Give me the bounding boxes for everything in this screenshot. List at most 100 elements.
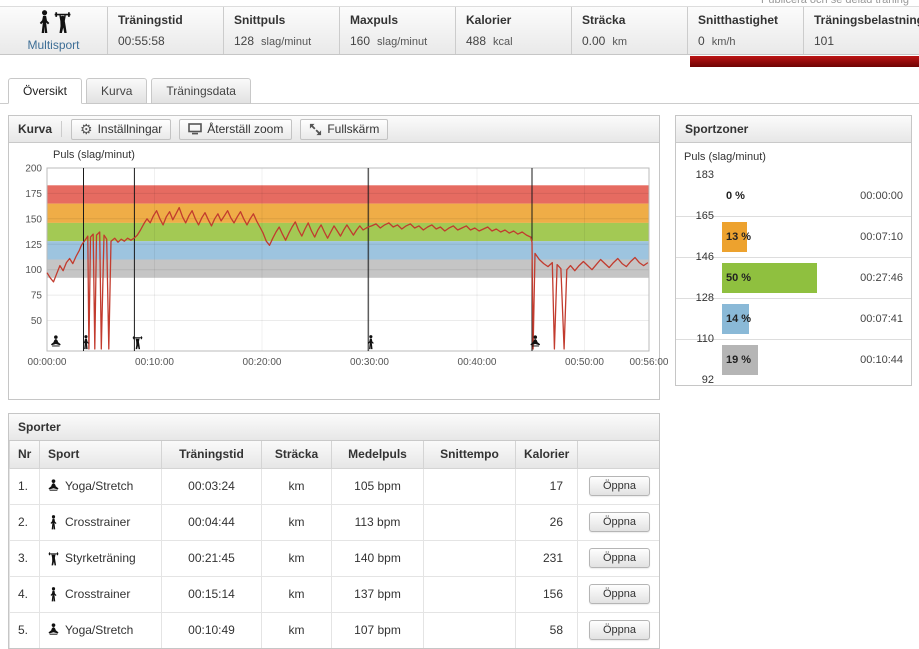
- svg-text:175: 175: [25, 189, 42, 200]
- cell-avg-hr: 105 bpm: [332, 468, 424, 504]
- stat-value: 101: [814, 34, 909, 48]
- cell-time: 00:03:24: [162, 468, 262, 504]
- cell-nr: 4.: [10, 576, 40, 612]
- cell-distance: km: [262, 576, 332, 612]
- cell-sport: Crosstrainer: [40, 504, 162, 540]
- cell-actions: Öppna: [578, 504, 661, 540]
- stat-unit: kcal: [493, 36, 513, 48]
- cell-actions: Öppna: [578, 576, 661, 612]
- svg-text:00:56:00: 00:56:00: [630, 357, 669, 368]
- reset-zoom-icon: [188, 123, 202, 135]
- tab-kurva[interactable]: Kurva: [86, 78, 147, 104]
- publish-accent-strip: [690, 56, 919, 67]
- terst-ll-zoom-button[interactable]: Återställ zoom: [179, 119, 292, 140]
- sport-badge: Multisport: [0, 7, 107, 54]
- heart-rate-chart[interactable]: 507510012515017520000:00:0000:10:0000:20…: [9, 143, 659, 396]
- cell-calories: 58: [516, 612, 578, 648]
- svg-text:00:40:00: 00:40:00: [458, 357, 497, 368]
- stat-unit: slag/minut: [377, 36, 427, 48]
- sports-table: NrSportTräningstidSträckaMedelpulsSnitte…: [9, 441, 660, 649]
- sport-name: Crosstrainer: [65, 515, 130, 529]
- sport-name: Yoga/Stretch: [65, 623, 133, 637]
- stat-unit: km/h: [712, 36, 736, 48]
- button-label: Inställningar: [98, 122, 163, 136]
- svg-text:100: 100: [25, 265, 42, 276]
- stat-tr-ningsbelastning: Träningsbelastning 101: [803, 7, 919, 54]
- zone-percent: 50 %: [726, 272, 751, 284]
- cell-calories: 231: [516, 540, 578, 576]
- stat-value: 128slag/minut: [234, 34, 329, 48]
- cell-avg-hr: 137 bpm: [332, 576, 424, 612]
- sportzoner-panel-header: Sportzoner: [676, 116, 911, 143]
- zone-boundary-label: 146: [676, 251, 714, 263]
- open-sport-button[interactable]: Öppna: [589, 476, 650, 496]
- stat-str-cka: Sträcka0.00km: [571, 7, 687, 54]
- zone-time: 00:10:44: [860, 354, 903, 366]
- open-sport-button[interactable]: Öppna: [589, 584, 650, 604]
- chart-toolbar: ⚙ Inställningar Återställ zoom Fullskärm: [71, 119, 388, 140]
- table-row: 4.Crosstrainer00:15:14km137 bpm156Öppna: [10, 576, 661, 612]
- summary-stats-bar: Multisport Träningstid00:55:58 Snittpuls 1…: [0, 6, 919, 55]
- sportzoner-panel: Sportzoner Puls (slag/minut) 0 % 00:00:00…: [675, 115, 912, 386]
- svg-text:75: 75: [31, 291, 43, 302]
- stat-value: 160slag/minut: [350, 34, 445, 48]
- svg-text:125: 125: [25, 240, 42, 251]
- zone-boundary-label: 110: [676, 333, 714, 345]
- cell-calories: 17: [516, 468, 578, 504]
- stat-label: Snitthastighet: [698, 13, 793, 27]
- tab-bar: ÖversiktKurvaTräningsdata: [8, 78, 251, 104]
- stat-value: 0km/h: [698, 34, 793, 48]
- cell-time: 00:15:14: [162, 576, 262, 612]
- open-sport-button[interactable]: Öppna: [589, 548, 650, 568]
- column-header-str-cka: Sträcka: [262, 441, 332, 468]
- zone-boundary-label: 92: [676, 374, 714, 386]
- cell-sport: Yoga/Stretch: [40, 612, 162, 648]
- tab-tr-ningsdata[interactable]: Träningsdata: [151, 78, 251, 104]
- inst-llningar-button[interactable]: ⚙ Inställningar: [71, 119, 171, 140]
- column-header-sport: Sport: [40, 441, 162, 468]
- zone-percent: 13 %: [726, 231, 751, 243]
- table-row: 1.Yoga/Stretch00:03:24km105 bpm17Öppna: [10, 468, 661, 504]
- fullsk-rm-button[interactable]: Fullskärm: [300, 119, 388, 140]
- column-header-tr-ningstid: Träningstid: [162, 441, 262, 468]
- svg-text:00:00:00: 00:00:00: [28, 357, 67, 368]
- cell-pace: [424, 468, 516, 504]
- svg-text:00:30:00: 00:30:00: [350, 357, 389, 368]
- open-sport-button[interactable]: Öppna: [589, 620, 650, 640]
- cell-avg-hr: 107 bpm: [332, 612, 424, 648]
- cell-calories: 26: [516, 504, 578, 540]
- strength-icon: [48, 551, 59, 566]
- stat-label: Snittpuls: [234, 13, 329, 27]
- column-header-item: [578, 441, 661, 468]
- zone-percent: 19 %: [726, 354, 751, 366]
- stat-label: Sträcka: [582, 13, 677, 27]
- zone-time: 00:07:41: [860, 313, 903, 325]
- publish-shared-training-link[interactable]: Publicera och se delad träning: [761, 0, 909, 6]
- stat-tr-ningstid: Träningstid00:55:58: [107, 7, 223, 54]
- stat-unit: km: [612, 36, 627, 48]
- svg-text:00:10:00: 00:10:00: [135, 357, 174, 368]
- sportzoner-title: Sportzoner: [685, 122, 748, 136]
- cell-pace: [424, 504, 516, 540]
- column-header-medelpuls: Medelpuls: [332, 441, 424, 468]
- cell-time: 00:10:49: [162, 612, 262, 648]
- column-header-snittempo: Snittempo: [424, 441, 516, 468]
- button-label: Återställ zoom: [207, 122, 283, 136]
- sportzoner-subtitle: Puls (slag/minut): [676, 143, 911, 165]
- tab-versikt[interactable]: Översikt: [8, 78, 82, 104]
- sporter-panel: Sporter NrSportTräningstidSträckaMedelpu…: [8, 413, 660, 649]
- cell-time: 00:21:45: [162, 540, 262, 576]
- svg-text:200: 200: [25, 164, 42, 175]
- gear-icon: ⚙: [80, 122, 93, 136]
- stat-label: Träningsbelastning: [814, 13, 909, 27]
- zone-time: 00:00:00: [860, 190, 903, 202]
- zone-percent: 0 %: [726, 190, 745, 202]
- open-sport-button[interactable]: Öppna: [589, 512, 650, 532]
- svg-text:150: 150: [25, 214, 42, 225]
- cell-actions: Öppna: [578, 612, 661, 648]
- cell-actions: Öppna: [578, 540, 661, 576]
- sport-name: Yoga/Stretch: [65, 479, 133, 493]
- sport-label: Multisport: [27, 38, 79, 52]
- crosstrainer-icon: [48, 515, 59, 530]
- sporter-title: Sporter: [18, 420, 61, 434]
